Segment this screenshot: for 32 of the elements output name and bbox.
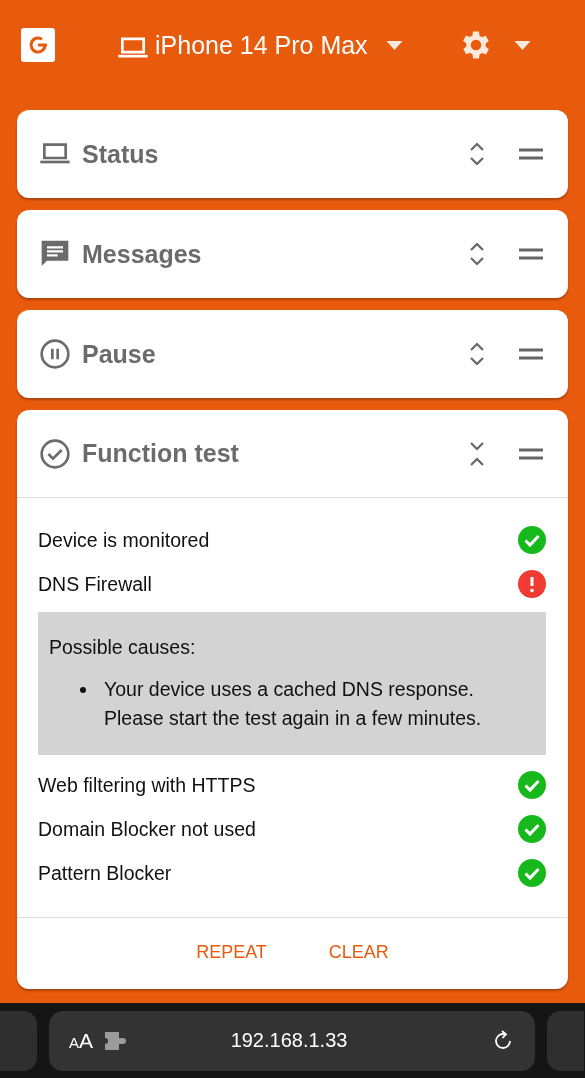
caret-icon <box>385 40 403 50</box>
drag-handle-icon[interactable] <box>519 348 543 360</box>
check-label: Domain Blocker not used <box>38 817 256 841</box>
panel-title[interactable]: Messages <box>82 239 469 269</box>
expand-icon[interactable] <box>469 142 485 166</box>
panel-title[interactable]: Function test <box>82 439 469 468</box>
expand-icon[interactable] <box>469 242 485 266</box>
drag-handle-icon[interactable] <box>519 447 543 460</box>
pause-icon <box>39 338 71 370</box>
check-label: Web filtering with HTTPS <box>38 773 256 797</box>
bullet-icon <box>80 687 86 693</box>
url-text: 192.168.1.33 <box>229 1029 349 1052</box>
address-field[interactable]: AA 192.168.1.33 <box>49 1010 535 1071</box>
panel-title[interactable]: Pause <box>82 339 469 369</box>
device-dropdown[interactable]: iPhone 14 Pro Max <box>117 30 403 60</box>
cause-text: Your device uses a cached DNS response. Please start the test again in a few minutes. <box>104 677 483 731</box>
panel-title[interactable]: Status <box>82 139 469 169</box>
check-label: DNS Firewall <box>38 572 152 596</box>
check-circle-icon <box>39 437 71 470</box>
drag-handle-icon[interactable] <box>519 248 543 260</box>
caret-icon <box>513 40 531 50</box>
puzzle-icon[interactable] <box>105 1031 128 1050</box>
logo-icon[interactable] <box>21 28 55 62</box>
drag-handle-icon[interactable] <box>519 148 543 160</box>
expand-icon[interactable] <box>469 342 485 366</box>
text-size-button[interactable]: AA <box>69 1028 94 1053</box>
action-button[interactable]: CLEAR <box>328 938 389 967</box>
check-label: Pattern Blocker <box>38 861 172 885</box>
action-button[interactable]: REPEAT <box>196 938 267 967</box>
collapse-icon[interactable] <box>469 441 485 466</box>
check-label: Device is monitored <box>38 528 210 552</box>
causes-title: Possible causes: <box>49 636 197 659</box>
